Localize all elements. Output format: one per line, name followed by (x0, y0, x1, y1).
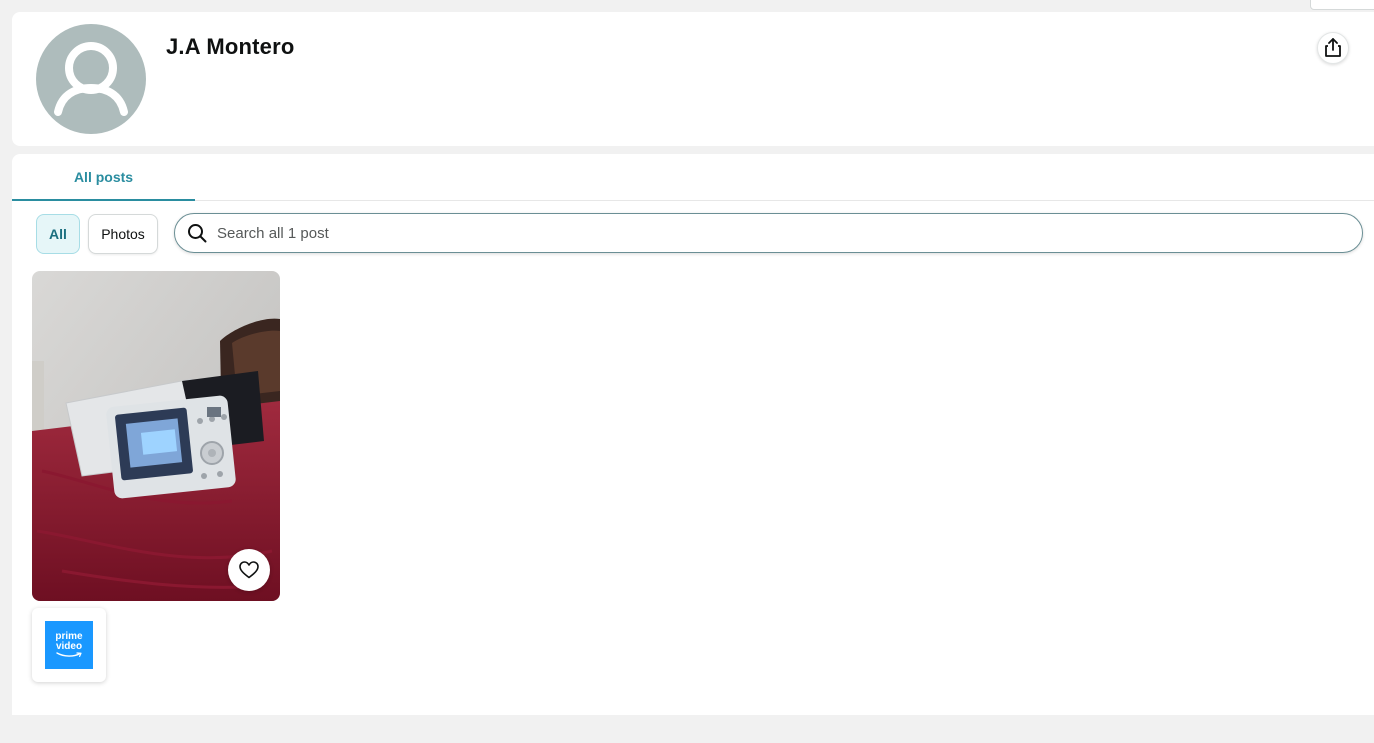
avatar (36, 24, 146, 134)
posts-section: All posts All Photos Search all 1 post p… (12, 154, 1374, 715)
search-box[interactable] (174, 213, 1363, 253)
smile-arrow-icon (56, 652, 82, 657)
tab-all-posts[interactable]: All posts (12, 154, 195, 201)
prime-video-logo: prime video (45, 621, 93, 669)
share-button[interactable] (1317, 32, 1349, 64)
filter-photos-button[interactable]: Photos (88, 214, 158, 254)
profile-header: J.A Montero (12, 12, 1374, 146)
prime-logo-line2: video (55, 641, 83, 652)
filter-all-button[interactable]: All (36, 214, 80, 254)
search-icon (177, 213, 217, 253)
corner-tab (1310, 0, 1374, 10)
heart-outline-icon (239, 561, 259, 579)
profile-name: J.A Montero (166, 34, 295, 59)
person-icon (54, 42, 128, 116)
search-input[interactable] (217, 215, 1317, 251)
post-photo[interactable] (32, 271, 280, 601)
like-button[interactable] (228, 549, 270, 591)
prime-video-badge[interactable]: prime video (32, 608, 106, 682)
tab-bar: All posts (12, 154, 1374, 201)
share-icon (1325, 38, 1341, 57)
